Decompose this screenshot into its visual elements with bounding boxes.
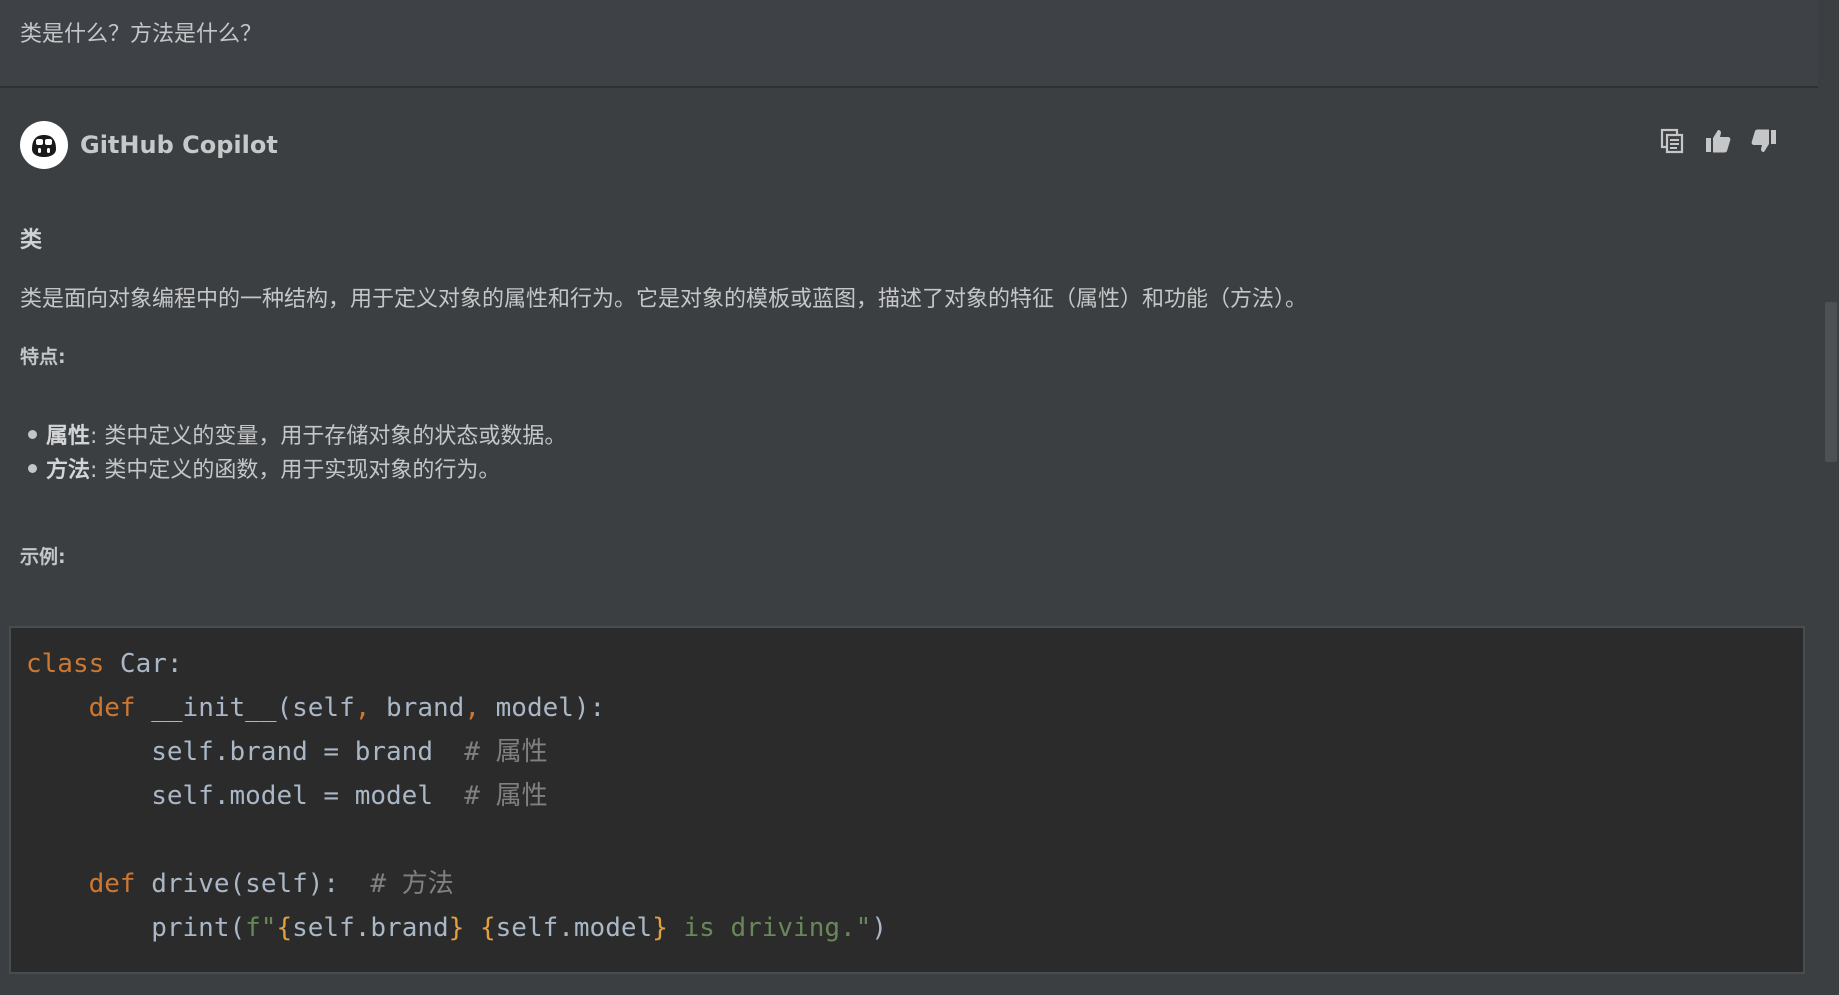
code-text: brand [370,693,465,723]
code-keyword: class [26,649,105,679]
code-text: Car: [104,649,183,679]
code-keyword: def [88,693,136,723]
bullet-desc: : 类中定义的函数，用于实现对象的行为。 [90,458,501,483]
user-question-text: 类是什么？方法是什么？ [20,22,263,47]
code-comment: # 属性 [464,737,548,767]
code-brace: { [479,913,496,943]
bullet-term: 方法 [46,458,91,483]
code-comment: # 属性 [464,781,548,811]
code-comment: # 方法 [370,869,454,899]
code-text: __init__(self [135,693,355,723]
scrollbar-thumb[interactable] [1825,302,1837,462]
assistant-name: GitHub Copilot [80,131,278,159]
code-brace: { [276,913,293,943]
example-label: 示例: [20,546,66,568]
code-comma: , [464,693,480,723]
user-question-bubble: 类是什么？方法是什么？ [0,0,1818,88]
copilot-chat-panel: 类是什么？方法是什么？ GitHub Copilot 类 类是面向对象编程中的一… [0,0,1839,995]
response-actions [1657,126,1779,156]
code-string: f" [245,913,277,943]
bullet-term: 属性 [46,424,91,449]
code-text: ) [871,913,887,943]
assistant-header: GitHub Copilot [20,120,278,170]
code-comma: , [354,693,371,723]
code-line: def __init__(self, brand, model): [26,686,1803,730]
code-line: self.brand = brand # 属性 [26,730,1803,774]
code-block[interactable]: class Car: def __init__(self, brand, mod… [9,626,1805,974]
features-list: 属性: 类中定义的变量，用于存储对象的状态或数据。 方法: 类中定义的函数，用于… [28,420,566,488]
code-text: self.brand [292,913,449,943]
thumbs-down-icon[interactable] [1749,126,1779,156]
bullet-desc: : 类中定义的变量，用于存储对象的状态或数据。 [90,424,567,449]
code-text: self.model = model [26,781,465,811]
code-line: self.model = model # 属性 [26,774,1803,818]
list-item: 属性: 类中定义的变量，用于存储对象的状态或数据。 [28,420,566,454]
section-heading: 类 [20,228,43,253]
code-line: class Car: [26,642,1803,686]
code-string [464,913,480,943]
code-text: model): [479,693,606,723]
code-keyword: def [88,869,136,899]
bullet-dot [28,429,37,439]
thumbs-up-icon[interactable] [1703,126,1733,156]
features-label: 特点: [20,346,66,368]
code-string: is driving." [667,913,872,943]
code-brace: } [448,913,465,943]
code-brace: } [652,913,668,943]
code-text: self.brand = brand [26,737,465,767]
vertical-scrollbar[interactable] [1821,0,1839,995]
copy-icon[interactable] [1657,126,1687,156]
code-text: drive(self): [135,869,371,899]
bullet-dot [28,463,37,473]
list-item: 方法: 类中定义的函数，用于实现对象的行为。 [28,454,566,488]
code-text: self.model [495,913,653,943]
code-text: print( [26,913,246,943]
code-line: print(f"{self.brand} {self.model} is dri… [26,906,1803,950]
code-line: def drive(self): # 方法 [26,862,1803,906]
class-description: 类是面向对象编程中的一种结构，用于定义对象的属性和行为。它是对象的模板或蓝图，描… [20,287,1308,312]
copilot-logo-icon [20,121,68,169]
